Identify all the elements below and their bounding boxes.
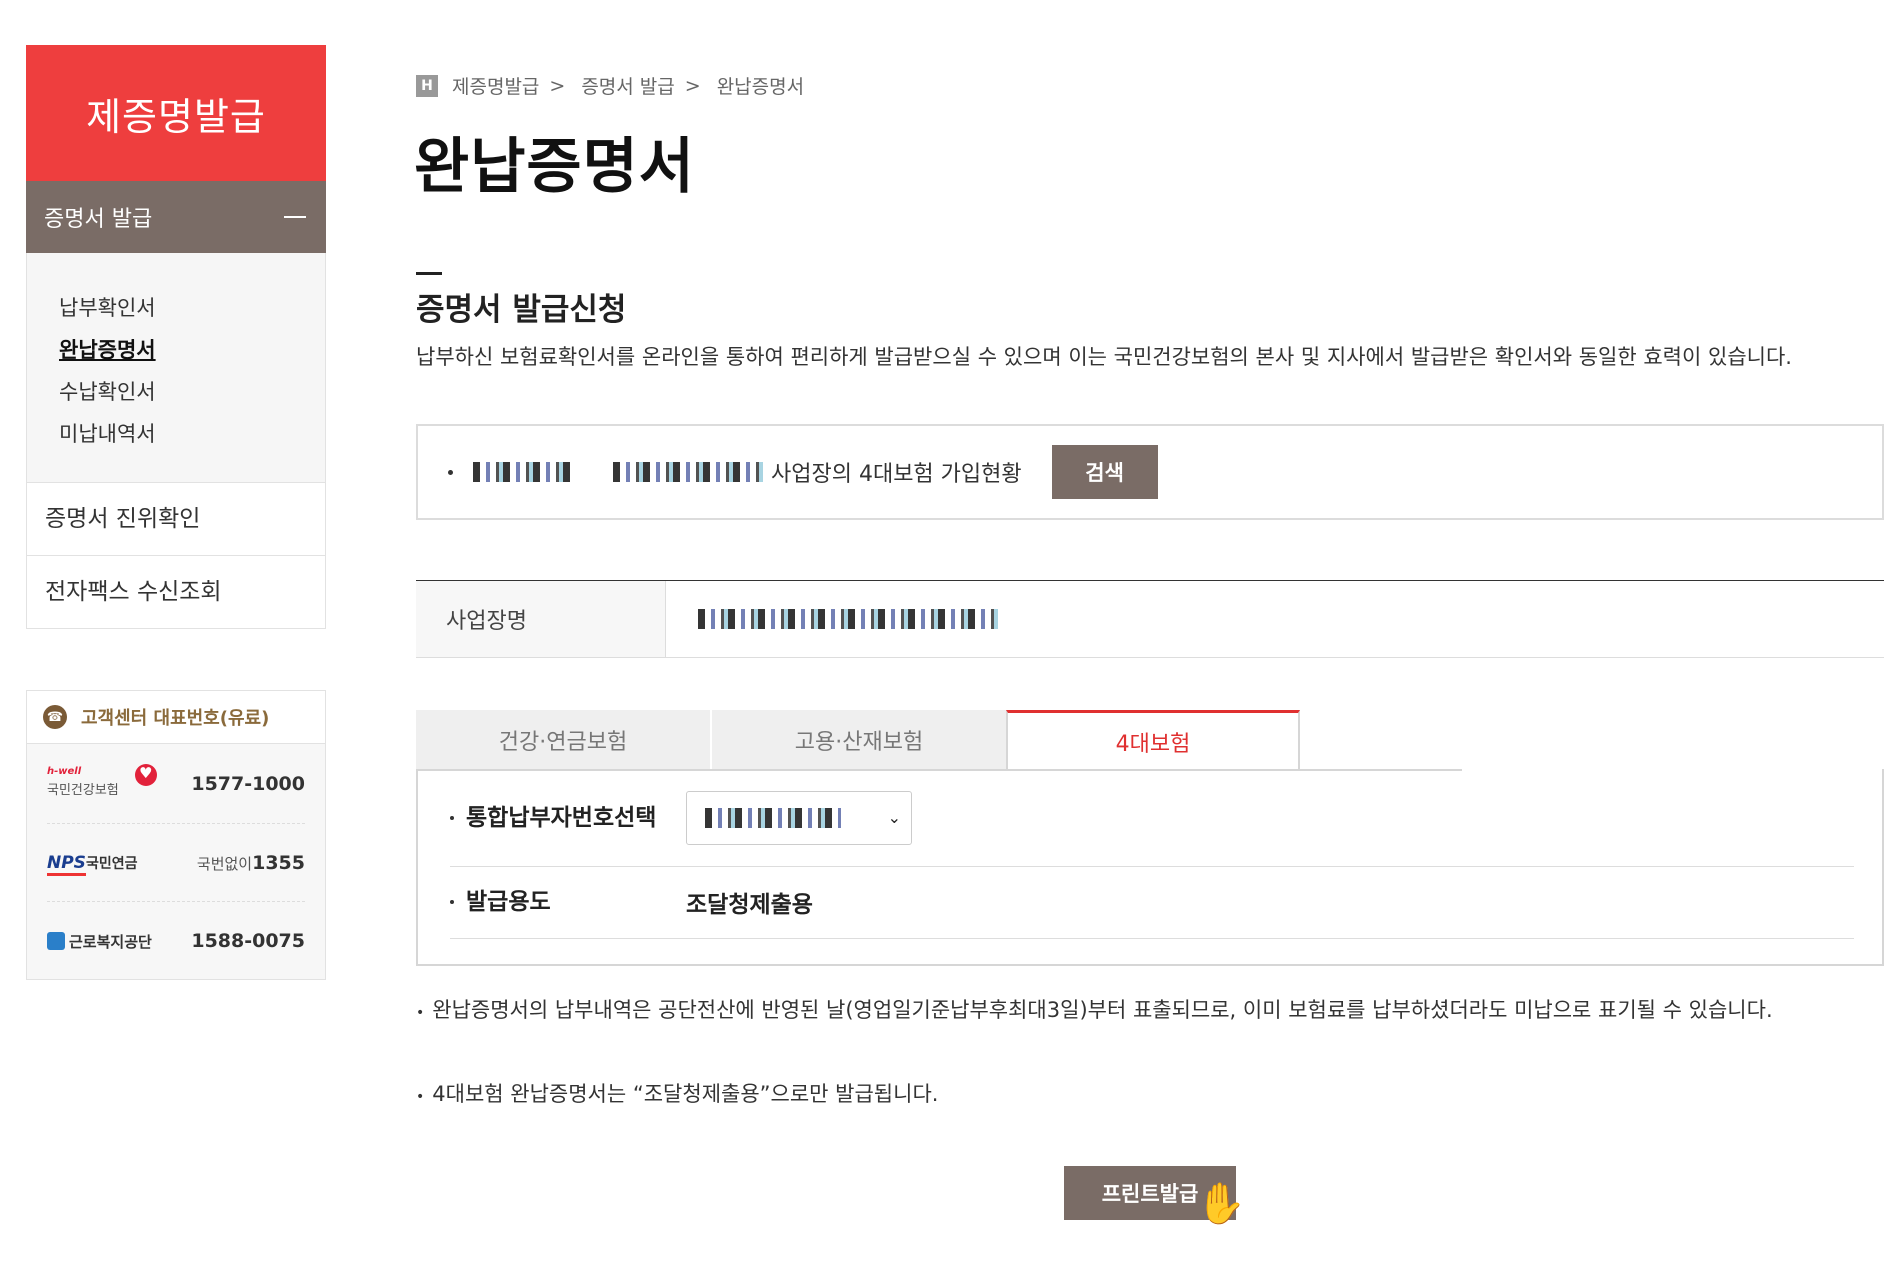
section-description: 납부하신 보험료확인서를 온라인을 통하여 편리하게 발급받으실 수 있으며 이… <box>416 345 1792 369</box>
business-info-table: 사업장명 <box>416 580 1884 658</box>
sidebar-title: 제증명발급 <box>26 45 326 181</box>
bullet-icon <box>448 469 453 475</box>
customer-center-title: 고객센터 대표번호(유료) <box>81 708 270 729</box>
certificate-form: 통합납부자번호선택 ⌄ 발급용도 조달청제출용 <box>416 769 1884 966</box>
redacted-business-name-value <box>698 609 998 629</box>
redacted-business-name <box>613 462 763 482</box>
business-name-value <box>666 581 1884 657</box>
tab-four-insurances[interactable]: 4대보험 <box>1006 710 1300 771</box>
section-title-bar <box>416 272 442 275</box>
chevron-down-icon: ⌄ <box>887 808 901 827</box>
payer-number-select[interactable]: ⌄ <box>686 790 912 845</box>
form-row-payer: 통합납부자번호선택 ⌄ <box>450 769 1854 867</box>
sidebar-item-unpaid-statement[interactable]: 미납내역서 <box>27 413 325 455</box>
phone-icon: ☎ <box>43 705 67 729</box>
sidebar-item-payment-confirmation[interactable]: 납부확인서 <box>27 287 325 329</box>
contact-row-comwel: 근로복지공단 1588-0075 <box>47 901 305 980</box>
form-row-purpose: 발급용도 조달청제출용 <box>450 866 1854 939</box>
nhis-logo-subtext: h-well <box>47 766 82 777</box>
notice-item: • 완납증명서의 납부내역은 공단전산에 반영된 날(영업일기준납부후최대3일)부… <box>416 996 1894 1027</box>
notice-text: 완납증명서의 납부내역은 공단전산에 반영된 날(영업일기준납부후최대3일)부터… <box>432 998 1773 1022</box>
nps-logo-mark: NPS <box>47 853 86 876</box>
breadcrumb: H 제증명발급 > 증명서 발급 > 완납증명서 <box>416 72 804 99</box>
comwel-logo: 근로복지공단 <box>47 931 152 952</box>
payer-number-label: 통합납부자번호선택 <box>466 804 657 831</box>
notice-text: 4대보험 완납증명서는 “조달청제출용”으로만 발급됩니다. <box>432 1082 939 1106</box>
sidebar-section-label: 증명서 발급 <box>44 207 153 232</box>
comwel-mark-icon <box>47 932 65 950</box>
breadcrumb-separator: > <box>684 74 701 97</box>
search-label: 사업장의 4대보험 가입현황 <box>771 462 1022 487</box>
breadcrumb-separator: > <box>549 74 566 97</box>
nhis-logo-text: 국민건강보험 <box>47 783 119 798</box>
purpose-label-wrap: 발급용도 <box>450 890 686 914</box>
breadcrumb-item-1[interactable]: 제증명발급 <box>452 72 539 99</box>
sidebar-link-verify-certificate[interactable]: 증명서 진위확인 <box>26 483 326 556</box>
bullet-icon <box>450 815 454 820</box>
tab-employment-industrial[interactable]: 고용·산재보험 <box>712 710 1006 771</box>
tab-health-pension[interactable]: 건강·연금보험 <box>416 710 710 771</box>
breadcrumb-item-3[interactable]: 완납증명서 <box>717 72 804 99</box>
nps-logo-text: 국민연금 <box>85 856 138 872</box>
comwel-phone-number: 1588-0075 <box>191 930 305 952</box>
nps-phone-digits: 1355 <box>252 852 305 874</box>
nhis-logo: h-well 국민건강보험 <box>47 764 157 804</box>
nps-phone-prefix: 국번없이 <box>196 855 253 873</box>
redacted-payer-number <box>705 807 841 828</box>
page-title: 완납증명서 <box>414 132 695 202</box>
business-name-label: 사업장명 <box>416 581 666 657</box>
collapse-minus-icon[interactable] <box>284 216 306 218</box>
purpose-label: 발급용도 <box>466 889 551 915</box>
bullet-icon: • <box>416 1005 425 1021</box>
sidebar-item-receipt-confirmation[interactable]: 수납확인서 <box>27 371 325 413</box>
nps-phone-number: 국번없이1355 <box>197 852 305 874</box>
contact-row-nps: NPS국민연금 국번없이1355 <box>47 823 305 902</box>
search-button[interactable]: 검색 <box>1051 445 1158 499</box>
home-icon[interactable]: H <box>416 74 438 97</box>
section-title: 증명서 발급신청 <box>416 292 627 328</box>
sidebar-section-certificate[interactable]: 증명서 발급 <box>26 181 326 253</box>
nhis-phone-number: 1577-1000 <box>191 773 305 795</box>
comwel-logo-text: 근로복지공단 <box>69 932 152 951</box>
sidebar-item-full-payment-certificate[interactable]: 완납증명서 <box>27 329 325 371</box>
customer-center: ☎ 고객센터 대표번호(유료) h-well 국민건강보험 1577-1000 … <box>26 690 326 980</box>
purpose-value: 조달청제출용 <box>686 892 813 918</box>
bullet-icon <box>450 900 454 904</box>
nps-logo: NPS국민연금 <box>47 853 138 876</box>
heart-icon <box>135 764 157 786</box>
bullet-icon: • <box>416 1089 425 1105</box>
contact-row-nhis: h-well 국민건강보험 1577-1000 <box>47 745 305 823</box>
customer-center-header: ☎ 고객센터 대표번호(유료) <box>27 691 325 744</box>
sidebar-link-efax-inquiry[interactable]: 전자팩스 수신조회 <box>26 556 326 629</box>
business-search-box: 사업장의 4대보험 가입현황 검색 <box>416 424 1884 520</box>
redacted-business-number <box>473 462 573 482</box>
hand-cursor-icon: ✋ <box>1196 1181 1246 1227</box>
breadcrumb-item-2[interactable]: 증명서 발급 <box>581 72 674 99</box>
notice-item: • 4대보험 완납증명서는 “조달청제출용”으로만 발급됩니다. <box>416 1080 938 1111</box>
sidebar-submenu: 납부확인서 완납증명서 수납확인서 미납내역서 <box>26 253 326 483</box>
payer-number-label-wrap: 통합납부자번호선택 <box>450 806 686 830</box>
